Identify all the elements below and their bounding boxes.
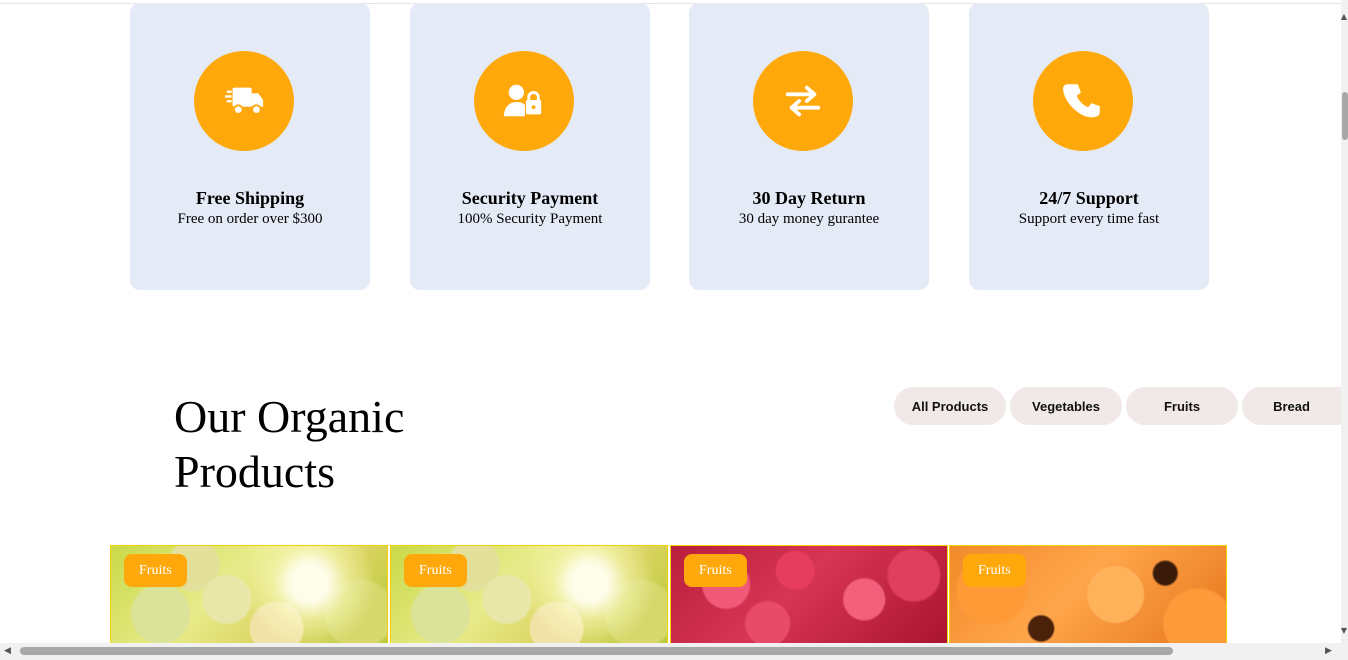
exchange-arrows-icon xyxy=(753,51,853,151)
features-section: Free Shipping Free on order over $300 Se… xyxy=(0,0,1341,300)
feature-card-shipping: Free Shipping Free on order over $300 xyxy=(130,3,370,290)
scroll-up-icon[interactable]: ▲ xyxy=(1341,12,1347,21)
category-badge: Fruits xyxy=(963,554,1026,587)
feature-card-support: 24/7 Support Support every time fast xyxy=(969,3,1209,290)
feature-description: 30 day money gurantee xyxy=(738,211,880,227)
feature-title: 24/7 Support xyxy=(1039,188,1139,208)
product-card[interactable]: Fruits xyxy=(670,545,948,643)
user-lock-icon xyxy=(474,51,574,151)
truck-fast-icon xyxy=(194,51,294,151)
tab-vegetables[interactable]: Vegetables xyxy=(1010,387,1122,425)
scroll-right-icon[interactable]: ▶ xyxy=(1325,646,1332,656)
tab-all-products[interactable]: All Products xyxy=(894,387,1006,425)
scroll-left-icon[interactable]: ◀ xyxy=(4,646,11,656)
vertical-scroll-thumb[interactable] xyxy=(1342,92,1348,140)
feature-card-security: Security Payment 100% Security Payment xyxy=(410,3,650,290)
scroll-down-icon[interactable]: ▼ xyxy=(1341,626,1347,635)
feature-title: Security Payment xyxy=(461,188,599,208)
vertical-scrollbar[interactable]: ▲ ▼ xyxy=(1341,0,1348,660)
feature-title: Free Shipping xyxy=(195,188,305,208)
section-title: Our Organic Products xyxy=(174,391,405,497)
phone-icon xyxy=(1033,51,1133,151)
product-card[interactable]: Fruits xyxy=(110,545,388,643)
category-badge: Fruits xyxy=(124,554,187,587)
feature-description: 100% Security Payment xyxy=(457,211,603,227)
feature-title: 30 Day Return xyxy=(752,188,866,208)
feature-card-return: 30 Day Return 30 day money gurantee xyxy=(689,3,929,290)
category-badge: Fruits xyxy=(684,554,747,587)
tab-fruits[interactable]: Fruits xyxy=(1126,387,1238,425)
horizontal-scroll-thumb[interactable] xyxy=(20,647,1173,655)
product-card[interactable]: Fruits xyxy=(949,545,1227,643)
horizontal-scrollbar[interactable]: ◀ ▶ xyxy=(0,643,1341,660)
feature-description: Support every time fast xyxy=(1018,211,1160,227)
feature-description: Free on order over $300 xyxy=(177,211,323,227)
category-badge: Fruits xyxy=(404,554,467,587)
tab-bread[interactable]: Bread xyxy=(1242,387,1341,425)
product-card[interactable]: Fruits xyxy=(390,545,668,643)
